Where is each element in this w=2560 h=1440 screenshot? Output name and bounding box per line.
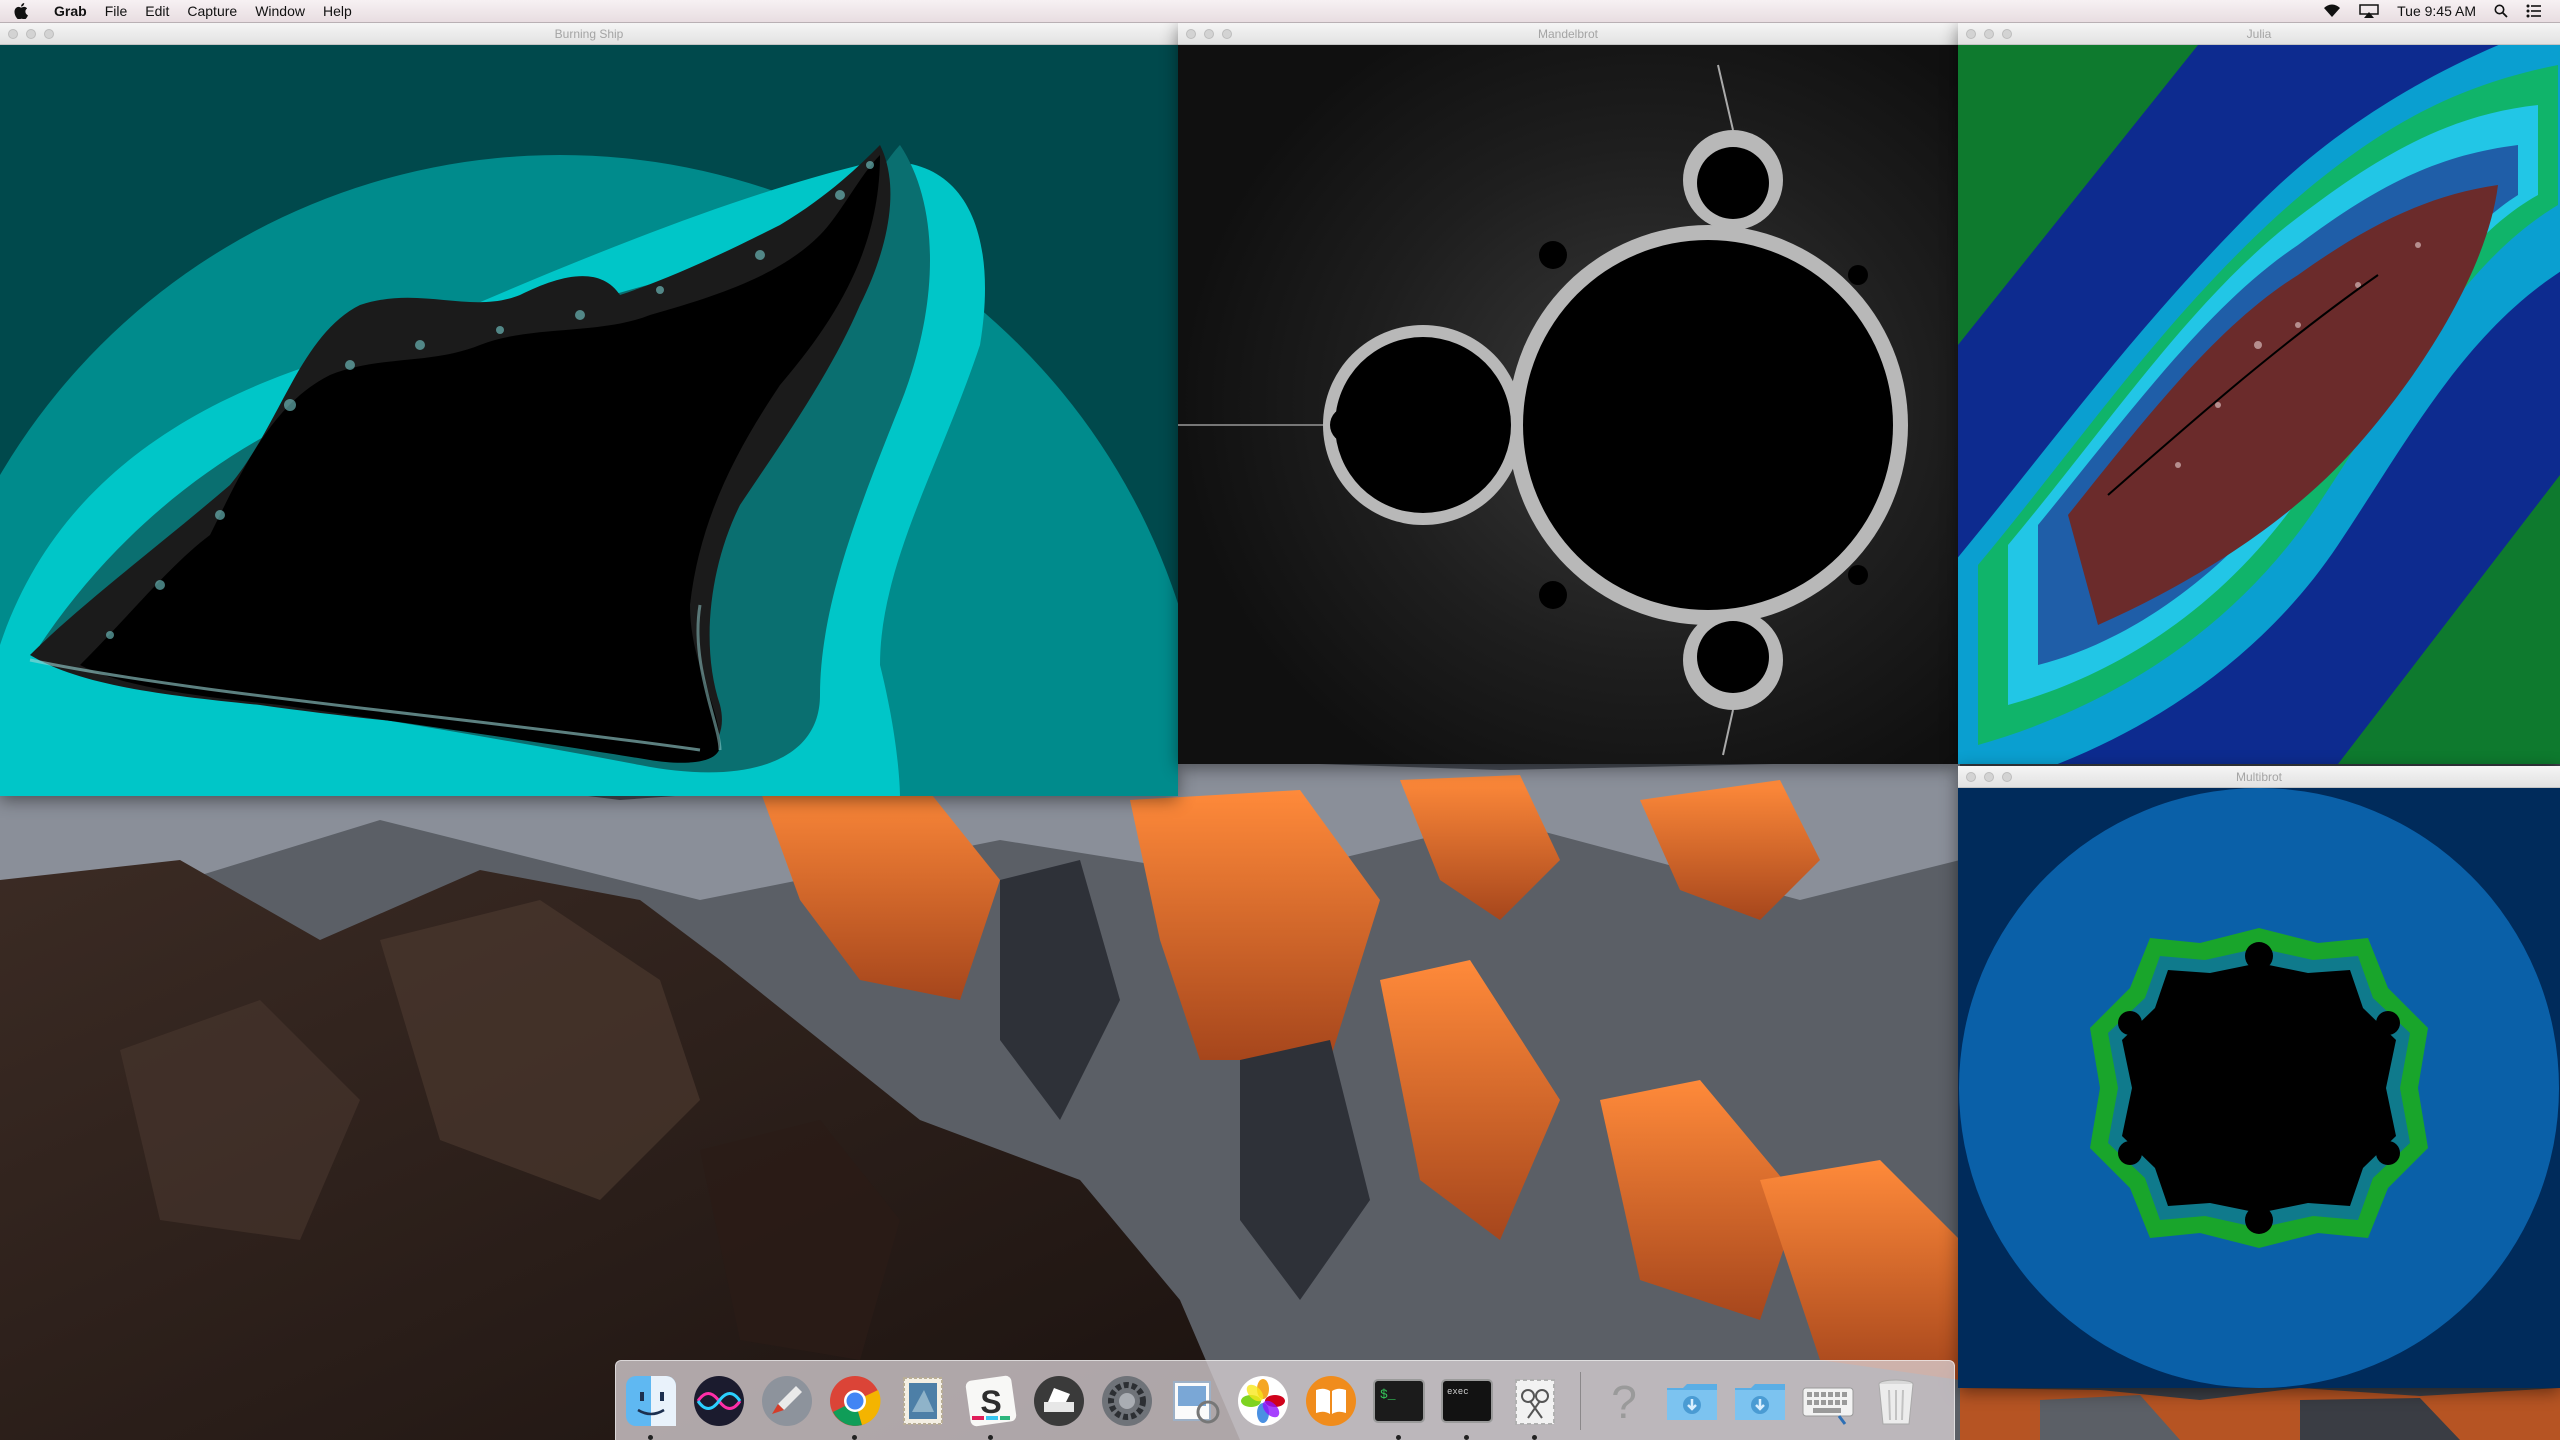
finder-icon [626,1375,676,1426]
dock-item-downloads-folder[interactable] [1663,1372,1721,1430]
running-indicator [1532,1434,1537,1440]
window-multibrot[interactable]: Multibrot [1958,766,2560,1388]
dock-item-terminal[interactable]: $_ [1370,1372,1428,1440]
menu-capture[interactable]: Capture [187,3,237,19]
running-indicator [988,1434,993,1440]
dock-item-exec[interactable]: exec [1438,1372,1496,1440]
menu-file[interactable]: File [105,3,128,19]
help-icon: ? [1611,1376,1637,1428]
trash-icon [1878,1379,1914,1424]
grab-icon [1515,1378,1555,1425]
multibrot-canvas [1958,788,2560,1388]
clock[interactable]: Tue 9:45 AM [2397,3,2476,19]
running-indicator [648,1434,653,1440]
dock-item-slack[interactable]: S [962,1372,1020,1440]
titlebar[interactable]: Julia [1958,23,2560,45]
window-title: Multibrot [2235,770,2282,784]
svg-text:S: S [980,1384,1001,1420]
mail-stamp-icon [903,1376,943,1425]
dock-separator [1580,1371,1581,1430]
burning-ship-canvas [0,45,1178,796]
window-mandelbrot[interactable]: Mandelbrot [1178,23,1958,764]
julia-canvas [1958,45,2560,764]
running-indicator [1396,1434,1401,1440]
system-preferences-icon [1102,1375,1152,1426]
menu-help[interactable]: Help [323,3,352,19]
svg-text:$_: $_ [1380,1387,1396,1402]
apple-menu-icon[interactable] [14,3,40,19]
dock: S $_ exec ? [615,1360,1955,1440]
dock-item-ibooks[interactable] [1302,1372,1360,1430]
menu-edit[interactable]: Edit [145,3,169,19]
dock-item-scanner[interactable] [1030,1372,1088,1430]
window-title: Julia [2246,27,2272,41]
preview-icon [1173,1380,1220,1423]
airplay-icon[interactable] [2359,4,2379,18]
window-title: Burning Ship [554,27,624,41]
window-title: Mandelbrot [1537,27,1599,41]
dock-item-mail[interactable] [894,1372,952,1430]
dock-item-downloads-stack[interactable] [1731,1372,1789,1430]
wifi-icon[interactable] [2323,4,2341,18]
titlebar[interactable]: Multibrot [1958,766,2560,788]
svg-text:exec: exec [1447,1387,1469,1397]
app-menu-grab[interactable]: Grab [54,3,87,19]
titlebar[interactable]: Burning Ship [0,23,1178,45]
chrome-icon [830,1375,881,1426]
window-julia[interactable]: Julia [1958,23,2560,764]
desktop: Grab File Edit Capture Window Help Tue 9… [0,0,2560,1440]
dock-item-chrome[interactable] [826,1372,884,1440]
titlebar[interactable]: Mandelbrot [1178,23,1958,45]
scanner-icon [1034,1375,1084,1426]
photos-icon [1238,1375,1288,1426]
terminal-icon: $_ [1373,1378,1425,1423]
ibooks-icon [1306,1375,1356,1426]
dock-item-photos[interactable] [1234,1372,1292,1430]
launchpad-icon [762,1375,812,1426]
dock-item-siri[interactable] [690,1372,748,1430]
menu-window[interactable]: Window [255,3,305,19]
notification-center-icon[interactable] [2526,4,2542,18]
window-burning-ship[interactable]: Burning Ship [0,23,1178,796]
spotlight-icon[interactable] [2494,4,2508,18]
running-indicator [1464,1434,1469,1440]
dock-item-launchpad[interactable] [758,1372,816,1430]
dock-item-preview[interactable] [1166,1372,1224,1430]
slack-icon: S [965,1375,1017,1426]
keyboard-viewer-icon [1802,1387,1854,1425]
mandelbrot-canvas [1178,45,1958,764]
menu-bar: Grab File Edit Capture Window Help Tue 9… [0,0,2560,23]
dock-item-help[interactable]: ? [1595,1372,1653,1430]
dock-item-keyboard-viewer[interactable] [1799,1372,1857,1430]
exec-terminal-icon: exec [1441,1378,1493,1423]
downloads-folder-icon [1667,1383,1717,1420]
running-indicator [852,1434,857,1440]
dock-item-grab[interactable] [1506,1372,1564,1440]
svg-text:?: ? [1611,1376,1637,1428]
downloads-stack-icon [1735,1383,1785,1420]
dock-item-trash[interactable] [1867,1372,1925,1430]
dock-item-finder[interactable] [622,1372,680,1440]
dock-item-system-preferences[interactable] [1098,1372,1156,1430]
siri-icon [694,1375,744,1426]
